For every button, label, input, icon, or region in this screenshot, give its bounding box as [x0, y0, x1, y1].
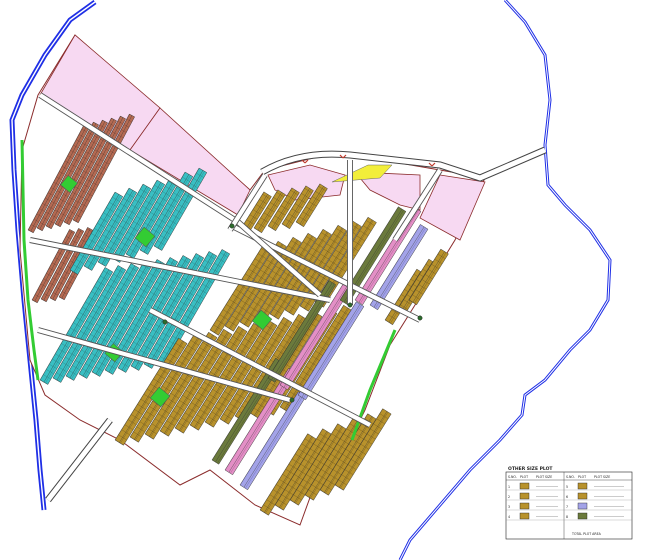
legend-swatch [519, 492, 530, 500]
legend-sno: 5 [566, 485, 568, 489]
legend-sno: 1 [508, 485, 510, 489]
legend-sno: 2 [508, 495, 510, 499]
legend-swatch [577, 502, 588, 510]
legend-swatch [577, 492, 588, 500]
legend-header-cell: PLOT [520, 475, 528, 479]
legend-sno: 4 [508, 515, 510, 519]
roundabout-marker [347, 302, 353, 308]
legend-swatch [519, 502, 530, 510]
legend-header-cell: S.NO. [508, 475, 517, 479]
site-layout-map: OTHER SIZE PLOT S.NO. PLOT PLOT SIZE S.NO. P… [0, 0, 653, 560]
legend-swatch [519, 512, 530, 520]
legend-swatch [577, 482, 588, 490]
plot-legend: OTHER SIZE PLOT S.NO. PLOT PLOT SIZE S.NO. P… [505, 466, 633, 540]
legend-sno: 7 [566, 505, 568, 509]
layout-plan-svg: OTHER SIZE PLOT S.NO. PLOT PLOT SIZE S.NO. P… [9, 0, 633, 560]
roundabout-marker [229, 223, 235, 229]
legend-title: OTHER SIZE PLOT [508, 466, 553, 472]
legend-header-cell: S.NO. [566, 475, 575, 479]
legend-footer: TOTAL PLOT AREA [571, 532, 602, 536]
legend-swatch [577, 512, 588, 520]
legend-header-cell: PLOT SIZE [536, 475, 552, 479]
roundabout-marker [417, 315, 423, 321]
legend-swatch [519, 482, 530, 490]
legend-sno: 8 [566, 515, 568, 519]
roundabout-marker [289, 397, 295, 403]
legend-header-cell: PLOT SIZE [594, 475, 610, 479]
legend-sno: 6 [566, 495, 568, 499]
legend-sno: 3 [508, 505, 510, 509]
roundabout-marker [162, 319, 168, 325]
legend-header-cell: PLOT [578, 475, 586, 479]
